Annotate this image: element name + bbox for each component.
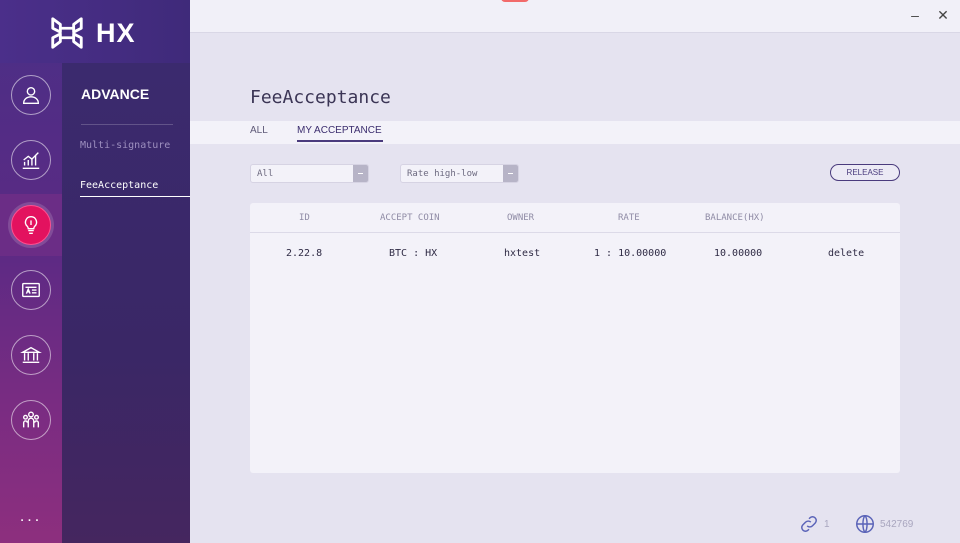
lightbulb-icon [24,216,38,234]
user-icon [22,86,40,104]
hx-logo-icon [51,17,83,49]
tab-all[interactable]: ALL [250,125,268,136]
chevron-down-icon [353,165,368,182]
bank-icon [20,346,42,364]
column-header-rate: RATE [618,213,640,223]
icon-rail: ... [0,0,62,543]
coin-filter-select[interactable]: All [250,164,369,183]
column-header-accept-coin: ACCEPT COIN [380,213,440,223]
chart-icon [22,152,40,169]
connection-count: 1 [824,518,830,530]
id-card-icon [22,282,40,298]
close-button[interactable]: ✕ [936,8,950,22]
submenu-divider [81,124,173,125]
sort-select-value: Rate high-low [407,169,478,179]
logo-text: HX [96,18,136,48]
tab-my-acceptance[interactable]: MY ACCEPTANCE [297,125,382,136]
cell-rate: 1 : 10.00000 [594,248,667,259]
block-height: 542769 [880,518,914,530]
page-title: FeeAcceptance [250,87,391,108]
users-group-icon [22,411,40,428]
cell-accept-coin: BTC : HX [389,248,438,259]
notification-tab[interactable] [501,0,529,2]
table-header-divider [250,232,900,233]
submenu-active-underline [80,196,190,197]
cell-id: 2.22.8 [286,248,323,259]
rail-bank-button[interactable] [11,335,51,375]
chevron-down-icon [503,165,518,182]
column-header-owner: OWNER [507,213,535,223]
release-button[interactable]: RELEASE [830,164,900,181]
cell-balance: 10.00000 [714,248,763,259]
delete-link[interactable]: delete [828,248,864,259]
rail-market-button[interactable] [11,140,51,180]
rail-contract-button[interactable] [11,270,51,310]
acceptance-table: ID ACCEPT COIN OWNER RATE BALANCE(HX) 2.… [250,203,900,473]
submenu-title: ADVANCE [81,86,150,102]
rail-account-button[interactable] [11,75,51,115]
sort-select[interactable]: Rate high-low [400,164,519,183]
tab-bar: ALL MY ACCEPTANCE [190,121,960,144]
advance-submenu: ADVANCE Multi-signature FeeAcceptance [62,63,190,543]
title-bar: – ✕ [190,0,960,33]
minimize-button[interactable]: – [908,8,922,22]
link-icon [801,516,817,532]
block-height-status: 542769 [854,513,913,535]
connection-status: 1 [798,513,830,535]
app-logo: HX [0,0,190,63]
submenu-item-fee-acceptance[interactable]: FeeAcceptance [80,180,158,191]
rail-community-button[interactable] [11,400,51,440]
submenu-item-multi-signature[interactable]: Multi-signature [80,140,170,151]
coin-filter-value: All [257,169,274,179]
rail-advance-button[interactable] [11,205,51,245]
column-header-balance: BALANCE(HX) [705,213,765,223]
globe-icon [856,515,874,533]
cell-owner: hxtest [504,248,541,259]
more-menu-dots[interactable]: ... [0,508,62,526]
active-tab-underline [297,140,383,142]
column-header-id: ID [299,213,310,223]
